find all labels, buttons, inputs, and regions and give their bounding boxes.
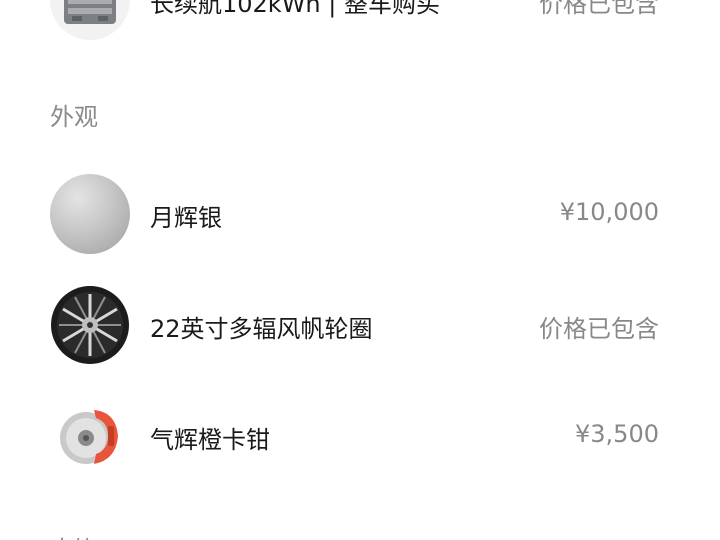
section-title-exterior: 外观 bbox=[50, 103, 98, 131]
option-name: 22英寸多辐风帆轮圈 bbox=[150, 315, 373, 343]
silver-paint-swatch-icon bbox=[50, 174, 130, 254]
option-price: ¥10,000 bbox=[559, 198, 659, 226]
option-name: 长续航102kWh | 整车购买 bbox=[150, 0, 440, 18]
option-row-paint[interactable]: 月辉银 ¥10,000 bbox=[0, 172, 720, 256]
option-price: ¥3,500 bbox=[575, 420, 659, 448]
option-price: 价格已包含 bbox=[539, 0, 659, 18]
option-price: 价格已包含 bbox=[539, 315, 659, 343]
orange-brake-caliper-icon bbox=[50, 396, 130, 476]
option-name: 气辉橙卡钳 bbox=[150, 426, 270, 454]
option-row-caliper[interactable]: 气辉橙卡钳 ¥3,500 bbox=[0, 394, 720, 478]
section-title-interior: 内饰 bbox=[50, 530, 98, 540]
option-row-battery[interactable]: 长续航102kWh | 整车购买 价格已包含 bbox=[0, 0, 720, 42]
option-name: 月辉银 bbox=[150, 204, 222, 232]
wheel-rim-icon bbox=[50, 285, 130, 365]
battery-pack-icon bbox=[50, 0, 130, 40]
config-summary-page: 长续航102kWh | 整车购买 价格已包含 外观 月辉银 ¥10,000 22… bbox=[0, 0, 720, 540]
option-row-wheels[interactable]: 22英寸多辐风帆轮圈 价格已包含 bbox=[0, 283, 720, 367]
